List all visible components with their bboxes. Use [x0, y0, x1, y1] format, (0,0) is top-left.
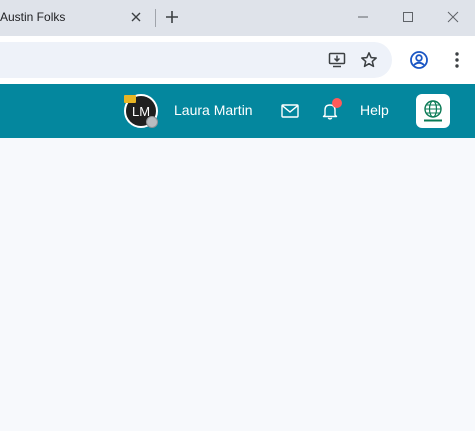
- maximize-icon[interactable]: [396, 6, 420, 28]
- app-header: LM Laura Martin Help: [0, 84, 475, 138]
- user-name[interactable]: Laura Martin: [174, 102, 253, 118]
- install-app-icon[interactable]: [326, 49, 348, 71]
- browser-toolbar: [0, 36, 475, 84]
- minimize-icon[interactable]: [351, 6, 375, 28]
- profile-icon[interactable]: [408, 49, 430, 71]
- close-window-icon[interactable]: [441, 6, 465, 28]
- close-icon[interactable]: [128, 9, 144, 25]
- tab-title: Austin Folks: [0, 10, 66, 24]
- browser-tab-strip: Austin Folks: [0, 0, 475, 36]
- globe-logo-icon[interactable]: [416, 94, 450, 128]
- mail-icon[interactable]: [280, 101, 300, 121]
- browser-tab[interactable]: Austin Folks: [0, 0, 155, 36]
- status-indicator: [146, 116, 158, 128]
- avatar-initials: LM: [131, 103, 151, 119]
- tab-separator: [155, 9, 156, 27]
- help-link[interactable]: Help: [360, 102, 389, 118]
- flag-icon: [124, 95, 136, 103]
- main-content: [0, 138, 475, 431]
- plus-icon[interactable]: [163, 8, 181, 26]
- star-icon[interactable]: [358, 49, 380, 71]
- menu-icon[interactable]: [446, 49, 468, 71]
- notification-dot: [332, 98, 342, 108]
